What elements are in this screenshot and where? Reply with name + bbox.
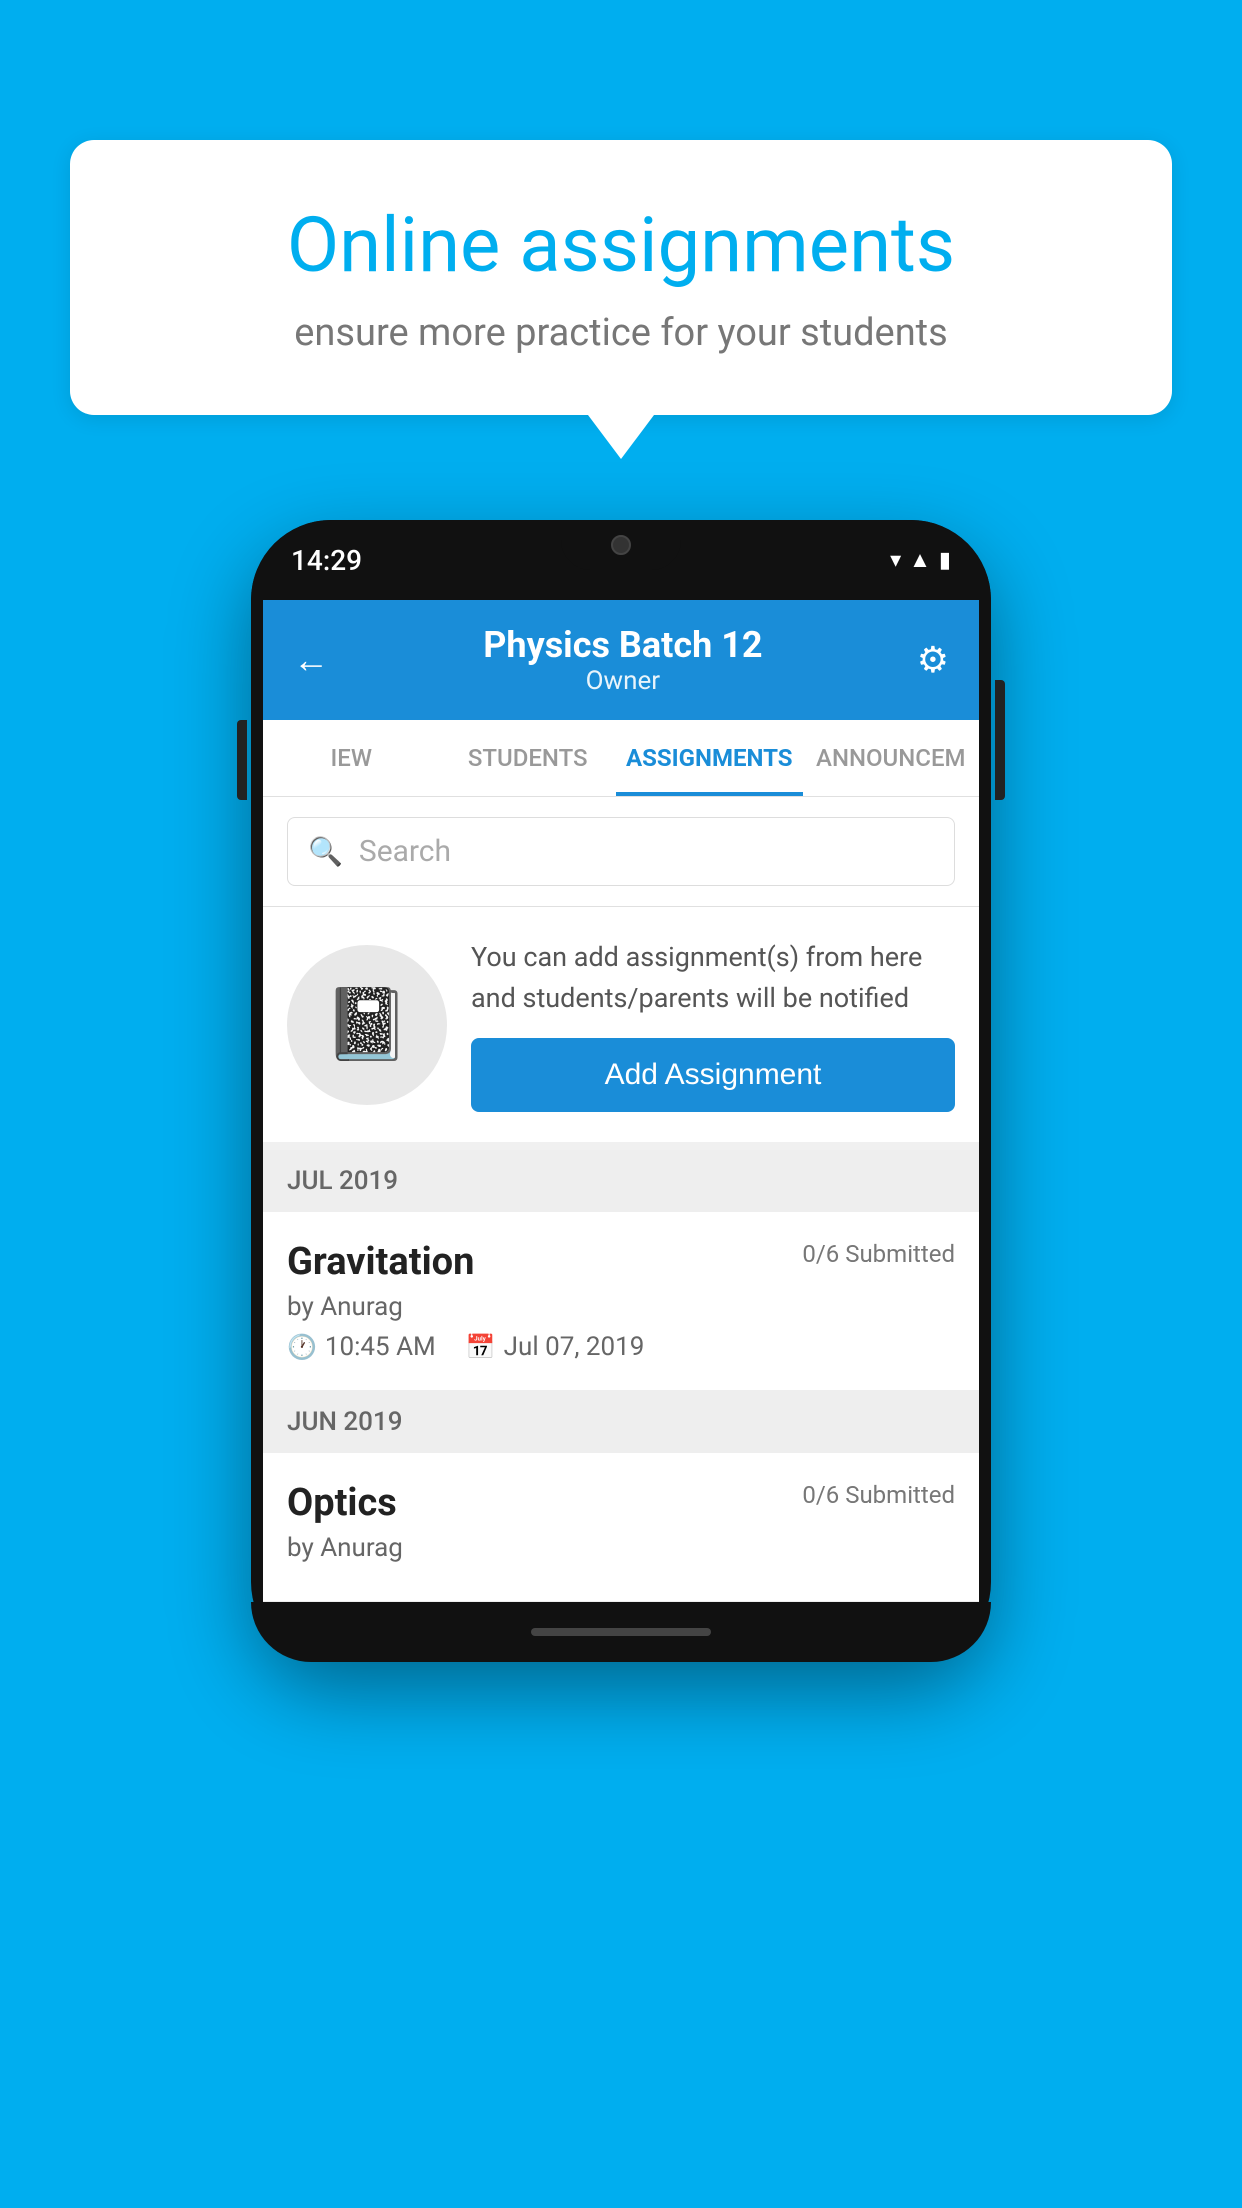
month-separator-jul: JUL 2019 (263, 1150, 979, 1212)
app-header: ← Physics Batch 12 Owner ⚙ (263, 600, 979, 720)
battery-icon: ▮ (939, 548, 951, 573)
phone-top-bar: 14:29 ▾ ▲ ▮ (251, 520, 991, 600)
phone-bottom-bar (251, 1602, 991, 1662)
assignment-author-optics: by Anurag (287, 1533, 955, 1563)
phone-side-button-right (995, 680, 1005, 800)
assignment-icon-circle: 📓 (287, 945, 447, 1105)
speech-bubble-container: Online assignments ensure more practice … (70, 140, 1172, 415)
speech-bubble: Online assignments ensure more practice … (70, 140, 1172, 415)
assignment-submitted-optics: 0/6 Submitted (802, 1481, 955, 1509)
phone-screen: ← Physics Batch 12 Owner ⚙ IEW STUDENTS … (263, 600, 979, 1602)
month-separator-jun: JUN 2019 (263, 1391, 979, 1453)
tab-assignments[interactable]: ASSIGNMENTS (616, 720, 803, 796)
search-input-wrap[interactable]: 🔍 Search (287, 817, 955, 886)
header-center: Physics Batch 12 Owner (483, 624, 762, 696)
assignment-author-gravitation: by Anurag (287, 1292, 955, 1322)
phone-frame: 14:29 ▾ ▲ ▮ ← Physics Batch 12 Owner ⚙ (251, 520, 991, 1662)
wifi-icon: ▾ (890, 548, 901, 573)
search-placeholder: Search (359, 834, 451, 869)
home-indicator (531, 1628, 711, 1636)
assignment-top: Gravitation 0/6 Submitted (287, 1240, 955, 1284)
bubble-title: Online assignments (140, 200, 1102, 291)
assignment-name-gravitation: Gravitation (287, 1240, 474, 1284)
assignment-top-optics: Optics 0/6 Submitted (287, 1481, 955, 1525)
header-subtitle: Owner (483, 666, 762, 696)
calendar-icon: 📅 (466, 1333, 496, 1361)
search-icon: 🔍 (308, 835, 343, 868)
assignment-name-optics: Optics (287, 1481, 397, 1525)
assignment-time-gravitation: 🕐 10:45 AM (287, 1332, 436, 1362)
signal-icon: ▲ (909, 547, 931, 573)
phone-notch (561, 520, 681, 570)
tabs-bar: IEW STUDENTS ASSIGNMENTS ANNOUNCEM (263, 720, 979, 797)
clock-icon: 🕐 (287, 1333, 317, 1361)
phone-container: 14:29 ▾ ▲ ▮ ← Physics Batch 12 Owner ⚙ (251, 520, 991, 1662)
add-assignment-content: You can add assignment(s) from here and … (471, 937, 955, 1112)
tab-announcements[interactable]: ANNOUNCEM (803, 720, 979, 796)
status-icons: ▾ ▲ ▮ (890, 547, 951, 573)
assignment-item-gravitation[interactable]: Gravitation 0/6 Submitted by Anurag 🕐 10… (263, 1212, 979, 1391)
tab-iew[interactable]: IEW (263, 720, 439, 796)
notebook-icon: 📓 (323, 984, 410, 1066)
add-assignment-card: 📓 You can add assignment(s) from here an… (263, 907, 979, 1150)
search-container: 🔍 Search (263, 797, 979, 907)
phone-side-button-left (237, 720, 247, 800)
assignment-item-optics[interactable]: Optics 0/6 Submitted by Anurag (263, 1453, 979, 1602)
tab-students[interactable]: STUDENTS (439, 720, 615, 796)
add-assignment-description: You can add assignment(s) from here and … (471, 937, 955, 1018)
settings-button[interactable]: ⚙ (917, 639, 949, 681)
header-title: Physics Batch 12 (483, 624, 762, 666)
back-button[interactable]: ← (293, 639, 329, 681)
bubble-subtitle: ensure more practice for your students (140, 311, 1102, 355)
assignment-date-gravitation: 📅 Jul 07, 2019 (466, 1332, 645, 1362)
phone-time: 14:29 (291, 544, 362, 577)
assignment-submitted-gravitation: 0/6 Submitted (802, 1240, 955, 1268)
assignment-meta-gravitation: 🕐 10:45 AM 📅 Jul 07, 2019 (287, 1332, 955, 1362)
add-assignment-button[interactable]: Add Assignment (471, 1038, 955, 1112)
phone-camera (611, 535, 631, 555)
